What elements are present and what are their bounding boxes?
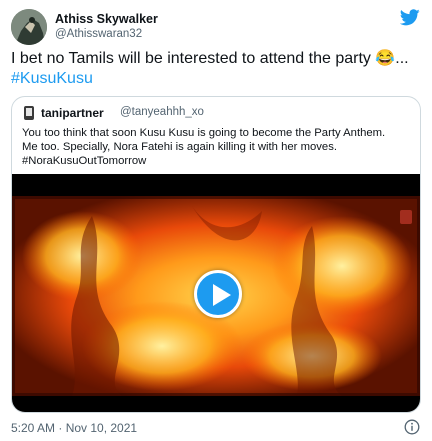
quoted-hashtag[interactable]: #NoraKusuOutTomorrow [22,154,146,168]
quoted-avatar[interactable] [22,105,36,121]
quoted-author-handle[interactable]: @tanyeahhh_xo [120,106,204,118]
author-handle[interactable]: @Athisswaran32 [55,28,142,40]
quoted-tweet[interactable]: tanipartner @tanyeahhh_xo You too think … [11,96,421,413]
twitter-bird-icon[interactable] [400,9,420,26]
author-name[interactable]: Athiss Skywalker [55,12,158,26]
author-avatar[interactable] [11,9,47,45]
video-player[interactable] [12,174,420,412]
play-button[interactable] [194,270,242,318]
tweet-hashtag-link[interactable]: #KusuKusu [11,69,93,89]
tweet-timestamp[interactable]: 5:20 AM · Nov 10, 2021 [11,421,137,435]
quoted-text-line-2: Me too. Specially, Nora Fatehi is again … [22,141,337,153]
video-corner-badge [400,210,412,224]
tweet-card: Athiss Skywalker @Athisswaran32 I bet no… [0,0,432,441]
info-icon[interactable] [404,419,420,435]
quoted-author-name[interactable]: tanipartner [41,106,104,120]
tweet-text: I bet no Tamils will be interested to at… [11,50,409,67]
quoted-text-line-1: You too think that soon Kusu Kusu is goi… [22,127,386,139]
play-icon [213,284,231,306]
